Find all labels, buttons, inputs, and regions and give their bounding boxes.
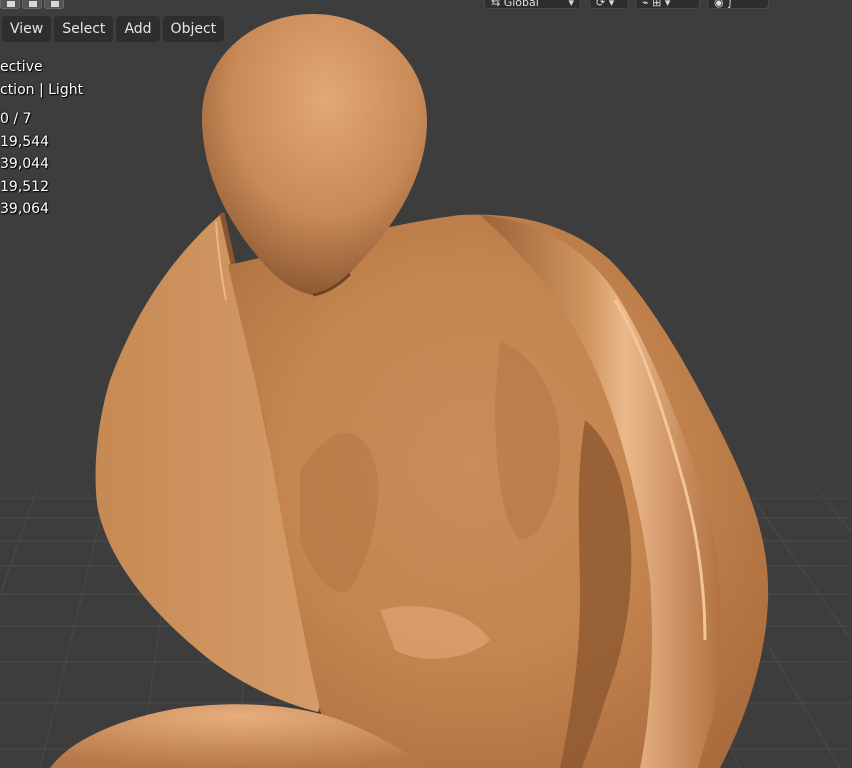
snap-icon: ⌁ ⊞ xyxy=(642,0,662,9)
menu-object[interactable]: Object xyxy=(162,16,225,42)
snap-dropdown[interactable]: ⌁ ⊞ ▾ xyxy=(635,0,700,9)
transform-orientation-value: Global xyxy=(503,0,539,9)
collection-name: ction | Light xyxy=(0,81,84,98)
transform-orientation-icon: ⇆ xyxy=(491,0,501,9)
view-name: ective xyxy=(0,59,43,75)
3d-viewport[interactable] xyxy=(0,0,852,768)
pivot-point-icon: ⟳ xyxy=(596,0,606,9)
chevron-down-icon: ▾ xyxy=(608,0,615,9)
transform-orientation-dropdown[interactable]: ⇆ Global ▾ xyxy=(484,0,581,9)
chevron-down-icon: ▾ xyxy=(664,0,671,9)
proportional-editing-dropdown[interactable]: ◉ ∫ xyxy=(707,0,769,9)
select-mode-group xyxy=(0,0,64,10)
viewport-canvas[interactable] xyxy=(0,0,852,768)
select-mode-extend-icon[interactable] xyxy=(22,0,42,9)
viewport-text-overlay: ective ction | Light 0 / 7 19,544 39,044… xyxy=(0,56,83,221)
stat-objects: 0 / 7 xyxy=(0,111,32,127)
stat-faces: 19,512 xyxy=(0,178,49,195)
chevron-down-icon: ▾ xyxy=(568,0,574,9)
pivot-point-dropdown[interactable]: ⟳ ▾ xyxy=(589,0,629,9)
menu-select[interactable]: Select xyxy=(54,16,114,42)
stat-vertices: 19,544 xyxy=(0,133,49,150)
select-mode-icon[interactable] xyxy=(0,0,20,9)
menu-view[interactable]: View xyxy=(2,16,52,42)
stat-edges: 39,044 xyxy=(0,156,49,172)
header-menu: View Select Add Object xyxy=(2,16,225,42)
viewport-header: View Select Add Object ⇆ Global ▾ ⟳ ▾ ⌁ … xyxy=(0,0,852,42)
menu-add[interactable]: Add xyxy=(116,16,160,42)
proportional-editing-icon: ◉ ∫ xyxy=(714,0,733,9)
stat-triangles: 39,064 xyxy=(0,201,49,217)
select-mode-subtract-icon[interactable] xyxy=(44,0,64,9)
